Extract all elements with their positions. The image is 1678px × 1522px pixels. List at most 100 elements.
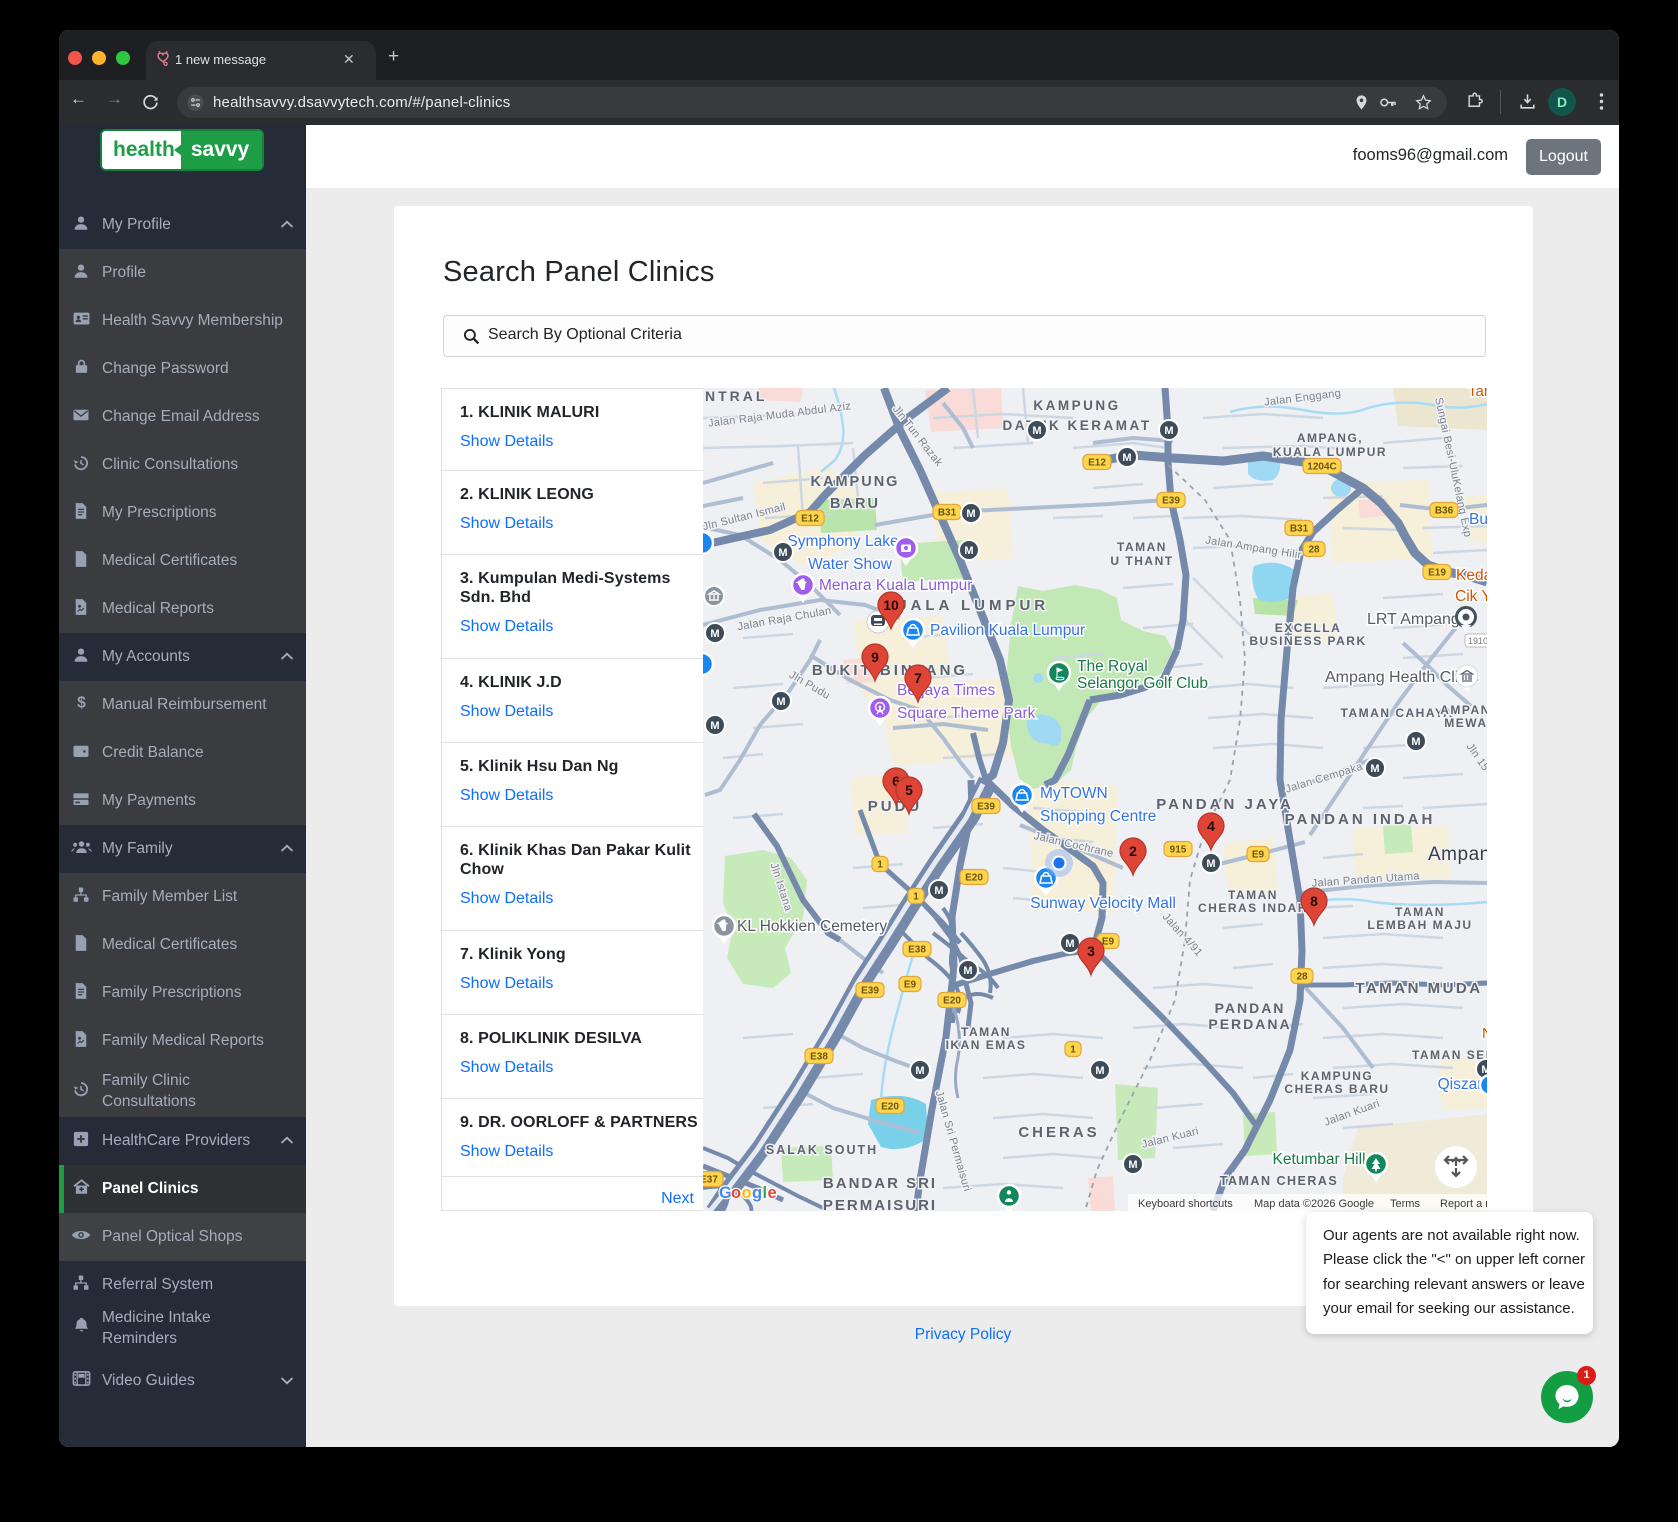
svg-text:o: o <box>742 1184 752 1202</box>
svg-text:Square Theme Park: Square Theme Park <box>897 705 1036 722</box>
svg-text:M: M <box>1095 1065 1104 1077</box>
svg-text:M: M <box>1128 1159 1137 1171</box>
svg-text:LEMBAH MAJU: LEMBAH MAJU <box>1367 918 1472 932</box>
svg-text:KAMPUNG: KAMPUNG <box>811 474 900 490</box>
svg-text:10: 10 <box>883 597 899 613</box>
svg-text:Bu: Bu <box>1469 511 1487 528</box>
svg-text:M: M <box>776 696 785 708</box>
svg-text:KL Hokkien Cemetery: KL Hokkien Cemetery <box>737 918 887 935</box>
svg-text:B36: B36 <box>1435 506 1454 517</box>
svg-text:TAMAN CAHAYA: TAMAN CAHAYA <box>1341 706 1454 720</box>
svg-text:PANDAN: PANDAN <box>1215 1000 1286 1016</box>
svg-text:KAMPUNG: KAMPUNG <box>1301 1069 1374 1083</box>
svg-text:M: M <box>1065 938 1074 950</box>
svg-text:TAMAN SERA: TAMAN SERA <box>1412 1048 1487 1062</box>
svg-text:4: 4 <box>1207 818 1215 834</box>
svg-text:N: N <box>1482 1025 1487 1042</box>
svg-text:E9: E9 <box>1252 850 1265 861</box>
svg-text:E9: E9 <box>1102 937 1115 948</box>
svg-text:M: M <box>778 547 787 559</box>
svg-text:Ketumbar Hill: Ketumbar Hill <box>1272 1151 1365 1168</box>
svg-text:E39: E39 <box>1162 496 1180 507</box>
svg-text:M: M <box>1122 452 1131 464</box>
svg-text:E38: E38 <box>908 945 926 956</box>
svg-text:PANDAN INDAH: PANDAN INDAH <box>1285 811 1436 828</box>
svg-text:E20: E20 <box>881 1102 899 1113</box>
svg-text:TAMAN: TAMAN <box>1395 905 1445 919</box>
svg-text:E12: E12 <box>1088 458 1106 469</box>
svg-text:M: M <box>1411 736 1420 748</box>
svg-text:AMPANG,: AMPANG, <box>1297 431 1363 445</box>
svg-text:Map data ©2026 Google: Map data ©2026 Google <box>1254 1198 1374 1210</box>
svg-text:SALAK SOUTH: SALAK SOUTH <box>766 1143 878 1157</box>
svg-text:Tan: Tan <box>1468 388 1487 400</box>
svg-text:CHERAS: CHERAS <box>1018 1124 1099 1141</box>
svg-text:Terms: Terms <box>1390 1198 1420 1210</box>
svg-text:Keda: Keda <box>1456 567 1487 584</box>
svg-text:Keyboard shortcuts: Keyboard shortcuts <box>1138 1198 1233 1210</box>
svg-text:M: M <box>1206 858 1215 870</box>
svg-text:IKAN EMAS: IKAN EMAS <box>946 1038 1027 1052</box>
svg-text:LRT Ampang: LRT Ampang <box>1367 611 1460 628</box>
svg-text:EXCELLA: EXCELLA <box>1275 621 1342 635</box>
svg-text:M: M <box>1481 1064 1487 1076</box>
svg-text:TAMAN: TAMAN <box>1117 540 1167 554</box>
svg-text:M: M <box>1370 763 1379 775</box>
svg-text:DATUK KERAMAT: DATUK KERAMAT <box>1003 418 1152 433</box>
svg-text:TAMAN: TAMAN <box>1228 888 1278 902</box>
svg-text:Water Show: Water Show <box>808 556 893 573</box>
svg-text:U THANT: U THANT <box>1110 554 1173 568</box>
svg-text:PANDAN JAYA: PANDAN JAYA <box>1156 796 1293 813</box>
svg-text:E20: E20 <box>943 996 961 1007</box>
svg-text:Qiszar: Qiszar <box>1438 1076 1483 1093</box>
svg-text:1: 1 <box>1070 1045 1076 1056</box>
svg-text:Selangor Golf Club: Selangor Golf Club <box>1077 675 1208 692</box>
svg-text:915: 915 <box>1170 845 1187 856</box>
svg-text:E20: E20 <box>965 873 983 884</box>
svg-text:Report a map error: Report a map error <box>1440 1198 1487 1210</box>
svg-text:B31: B31 <box>938 508 957 519</box>
svg-text:TAMAN CHERAS: TAMAN CHERAS <box>1220 1174 1338 1188</box>
svg-text:M: M <box>710 628 719 640</box>
svg-text:Menara Kuala Lumpur: Menara Kuala Lumpur <box>819 577 972 594</box>
svg-text:2: 2 <box>1129 843 1137 859</box>
svg-text:MyTOWN: MyTOWN <box>1040 785 1108 802</box>
svg-text:E39: E39 <box>977 802 995 813</box>
svg-text:l: l <box>763 1184 768 1202</box>
svg-text:NTRAL: NTRAL <box>705 388 767 404</box>
svg-text:TAMAN: TAMAN <box>961 1025 1011 1039</box>
svg-text:$: $ <box>77 694 86 711</box>
svg-text:M: M <box>966 508 975 520</box>
svg-text:8: 8 <box>1310 893 1318 909</box>
svg-text:M: M <box>1164 425 1173 437</box>
svg-text:28: 28 <box>1308 545 1320 556</box>
svg-text:CHERAS BARU: CHERAS BARU <box>1284 1082 1389 1096</box>
svg-text:1: 1 <box>913 892 919 903</box>
svg-text:BUSINESS PARK: BUSINESS PARK <box>1249 634 1366 648</box>
svg-text:Cik Y: Cik Y <box>1455 588 1487 605</box>
svg-text:g: g <box>752 1184 762 1202</box>
svg-text:Sunway Velocity Mall: Sunway Velocity Mall <box>1030 895 1176 912</box>
svg-text:M: M <box>710 720 719 732</box>
svg-text:Symphony Lake: Symphony Lake <box>787 533 898 550</box>
svg-text:1: 1 <box>877 860 883 871</box>
svg-text:Ampan: Ampan <box>1428 844 1487 865</box>
svg-text:M: M <box>934 885 943 897</box>
svg-text:M: M <box>963 965 972 977</box>
svg-text:Shopping Centre: Shopping Centre <box>1040 808 1156 825</box>
svg-text:PERDANA: PERDANA <box>1208 1016 1291 1032</box>
svg-text:MEWAH: MEWAH <box>1444 716 1487 730</box>
svg-text:M: M <box>1032 425 1041 437</box>
svg-text:The Royal: The Royal <box>1077 658 1148 675</box>
svg-text:M: M <box>964 545 973 557</box>
svg-text:E12: E12 <box>801 514 819 525</box>
svg-text:E19: E19 <box>1428 568 1446 579</box>
svg-text:M: M <box>915 1065 924 1077</box>
svg-text:CHERAS INDAH: CHERAS INDAH <box>1198 901 1308 915</box>
svg-text:KAMPUNG: KAMPUNG <box>1033 398 1120 413</box>
svg-text:AMPANG: AMPANG <box>1440 703 1487 717</box>
svg-text:9: 9 <box>871 649 879 665</box>
svg-text:5: 5 <box>905 782 913 798</box>
svg-text:3: 3 <box>1087 943 1095 959</box>
svg-text:KUALA LUMPUR: KUALA LUMPUR <box>1273 445 1387 459</box>
